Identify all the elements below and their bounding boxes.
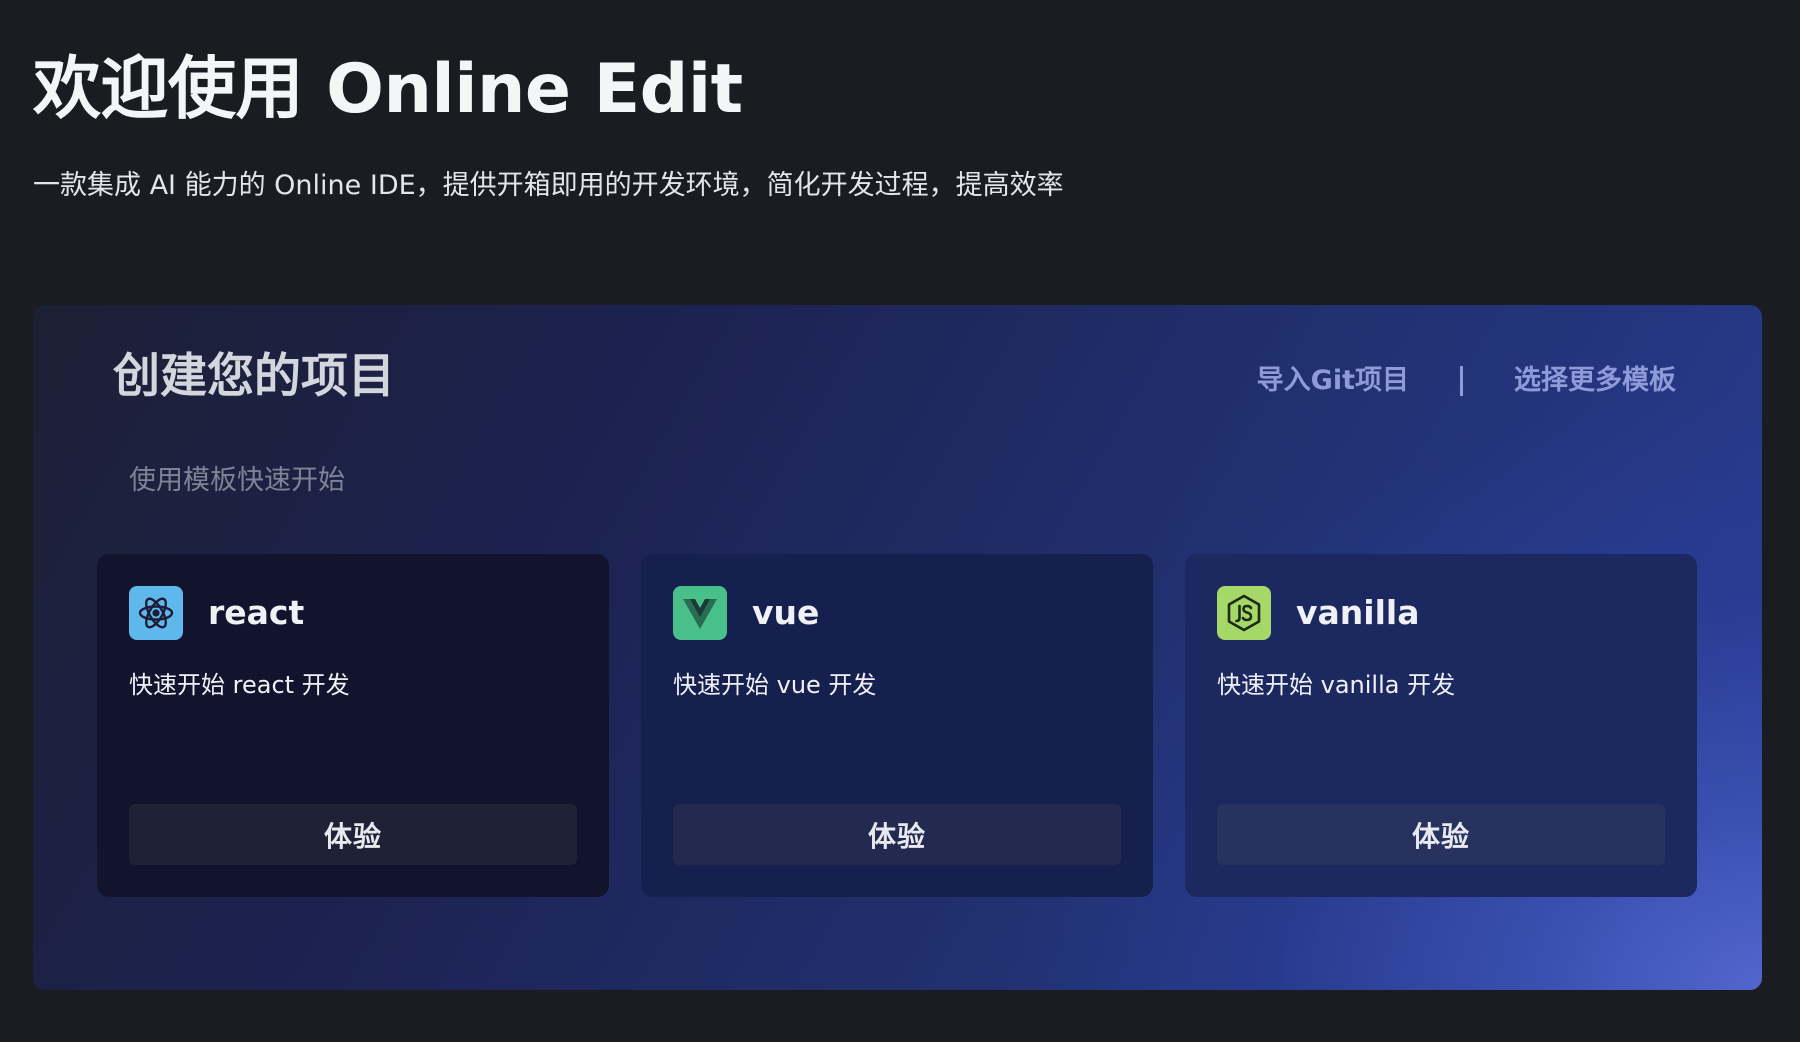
page-subtitle: 一款集成 AI 能力的 Online IDE，提供开箱即用的开发环境，简化开发过… [33,170,1064,201]
vue-icon [673,586,727,640]
react-icon [129,586,183,640]
create-project-panel: 创建您的项目 导入Git项目 选择更多模板 使用模板快速开始 react 快速开… [33,305,1762,990]
try-vue-button[interactable]: 体验 [673,804,1121,865]
template-name: react [208,593,305,632]
template-section-label: 使用模板快速开始 [129,465,345,496]
template-card-vue: vue 快速开始 vue 开发 体验 [641,554,1153,897]
template-name: vue [752,593,820,632]
nodejs-icon [1217,586,1271,640]
template-name: vanilla [1296,593,1420,632]
try-vanilla-button[interactable]: 体验 [1217,804,1665,865]
template-description: 快速开始 vue 开发 [673,671,877,699]
try-react-button[interactable]: 体验 [129,804,577,865]
import-git-link[interactable]: 导入Git项目 [1257,361,1409,401]
page-title: 欢迎使用 Online Edit [33,50,743,129]
more-templates-link[interactable]: 选择更多模板 [1514,361,1676,401]
template-description: 快速开始 vanilla 开发 [1217,671,1456,699]
template-card-react: react 快速开始 react 开发 体验 [97,554,609,897]
template-card-vanilla: vanilla 快速开始 vanilla 开发 体验 [1185,554,1697,897]
link-divider [1460,366,1463,396]
panel-title: 创建您的项目 [113,349,395,404]
panel-links: 导入Git项目 选择更多模板 [1257,361,1676,401]
template-description: 快速开始 react 开发 [129,671,350,699]
